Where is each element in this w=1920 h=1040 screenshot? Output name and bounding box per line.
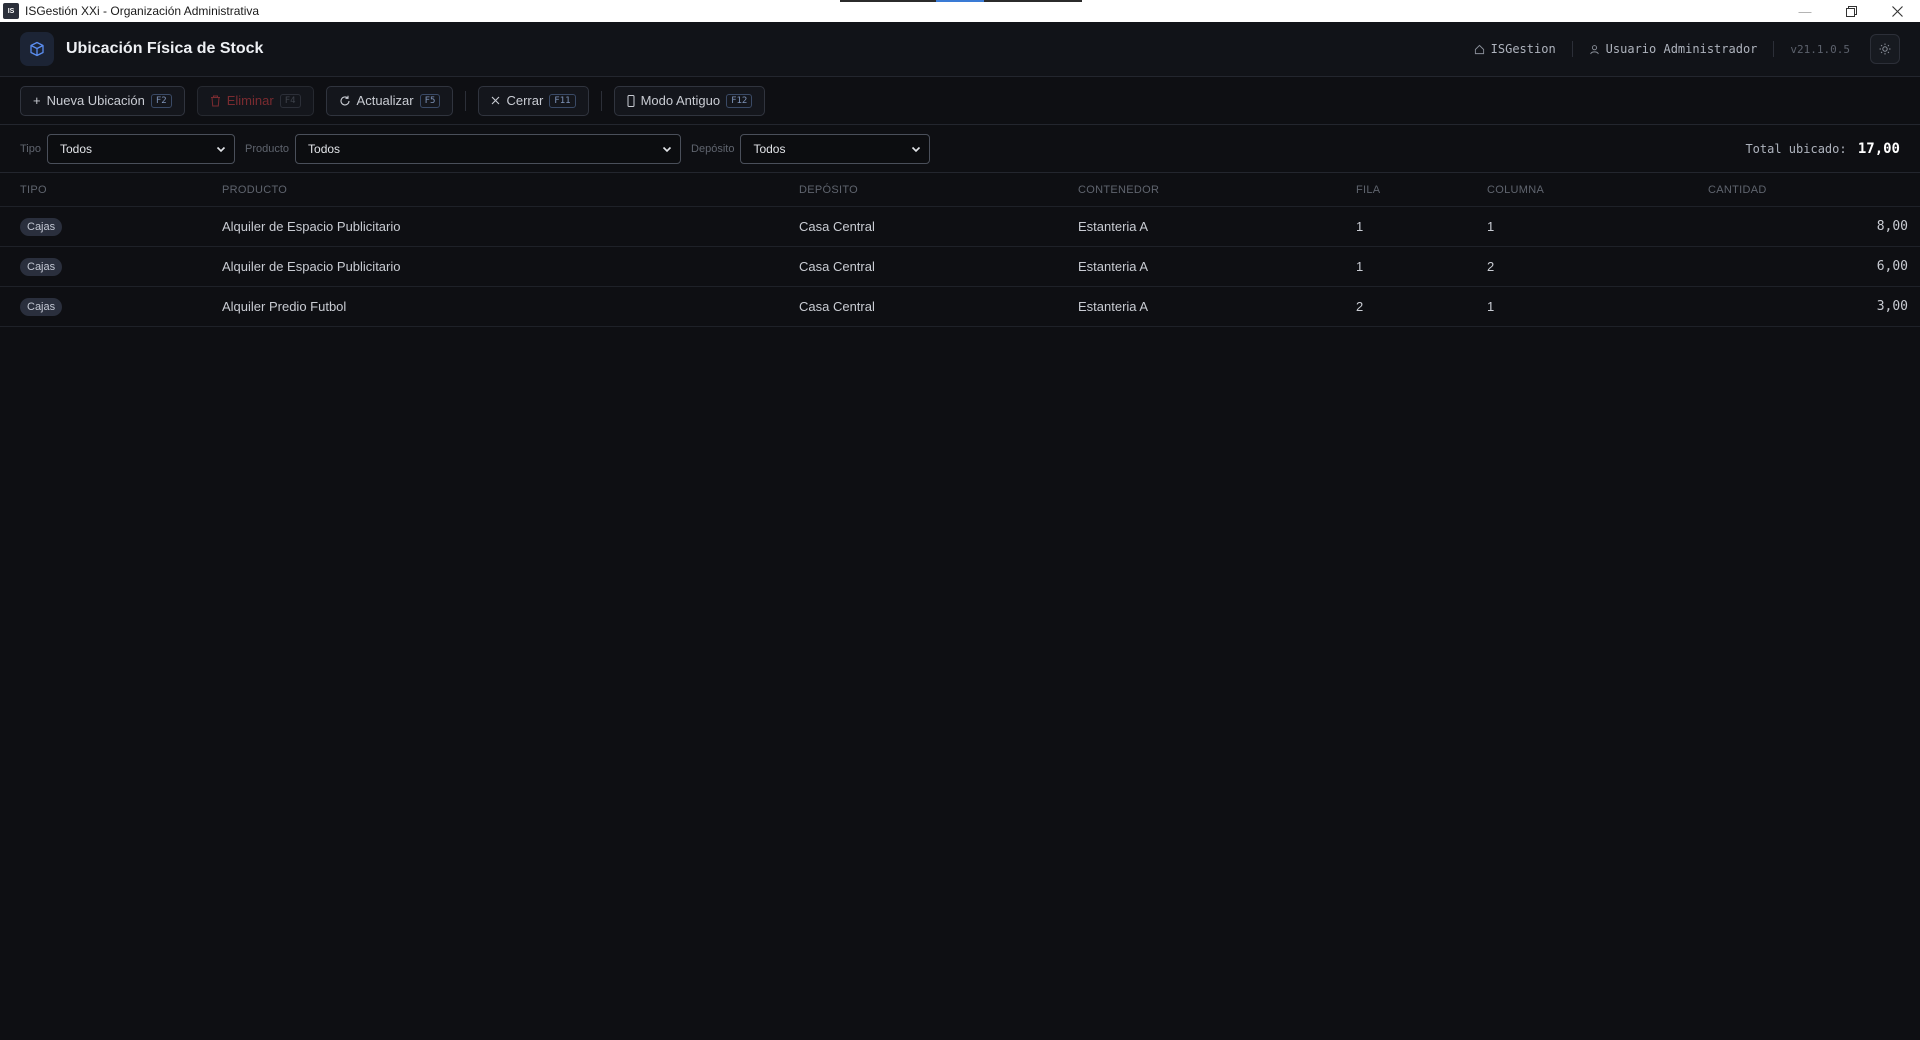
column-header-columna[interactable]: COLUMNA [1487, 184, 1708, 196]
cell-producto: Alquiler de Espacio Publicitario [222, 259, 401, 274]
trash-icon [210, 95, 220, 106]
cell-tipo: Cajas [20, 217, 222, 236]
cell-columna: 1 [1487, 219, 1495, 234]
shortcut-badge: F12 [726, 93, 753, 108]
close-label: Cerrar [506, 93, 544, 108]
device-icon [627, 94, 635, 107]
shortcut-badge: F11 [549, 93, 576, 108]
table-header: TIPO PRODUCTO DEPÓSITO CONTENEDOR FILA C… [0, 173, 1920, 207]
toolbar: + Nueva Ubicación F2 Eliminar F4 Actuali… [0, 77, 1920, 125]
total-value: 17,00 [1857, 140, 1900, 157]
cell-producto: Alquiler Predio Futbol [222, 299, 347, 314]
plus-icon: + [33, 93, 41, 108]
close-icon [492, 96, 500, 105]
cell-columna: 2 [1487, 259, 1495, 274]
deposito-filter-label: Depósito [691, 142, 735, 155]
delete-button[interactable]: Eliminar F4 [196, 85, 314, 116]
toolbar-divider [600, 90, 602, 111]
home-icon [1474, 44, 1484, 54]
legacy-mode-button[interactable]: Modo Antiguo F12 [613, 85, 766, 116]
version-label: v21.1.0.5 [1790, 42, 1850, 56]
cube-icon [20, 32, 54, 66]
tipo-filter-label: Tipo [20, 142, 41, 155]
deposito-filter-select[interactable]: Todos [740, 133, 931, 164]
company-name: ISGestion [1490, 42, 1556, 56]
cell-fila: 1 [1356, 259, 1364, 274]
type-badge: Cajas [20, 217, 63, 236]
shortcut-badge: F5 [419, 93, 441, 108]
restore-icon[interactable] [1828, 0, 1874, 22]
table-row[interactable]: Cajas Alquiler Predio Futbol Casa Centra… [0, 287, 1920, 327]
total-label: Total ubicado: [1745, 141, 1847, 156]
legacy-mode-label: Modo Antiguo [640, 93, 721, 108]
chevron-down-icon [216, 146, 226, 152]
column-header-cantidad[interactable]: CANTIDAD [1708, 184, 1908, 196]
toolbar-divider [465, 90, 467, 111]
refresh-button[interactable]: Actualizar F5 [325, 85, 454, 116]
column-header-deposito[interactable]: DEPÓSITO [799, 184, 1078, 196]
user-icon [1589, 44, 1599, 54]
stock-location-table: TIPO PRODUCTO DEPÓSITO CONTENEDOR FILA C… [0, 173, 1920, 327]
app-icon: IS [3, 3, 19, 19]
cell-tipo: Cajas [20, 257, 222, 276]
type-badge: Cajas [20, 257, 63, 276]
table-row[interactable]: Cajas Alquiler de Espacio Publicitario C… [0, 247, 1920, 287]
tipo-filter-select[interactable]: Todos [47, 133, 235, 164]
chevron-down-icon [912, 146, 921, 152]
deposito-filter-value: Todos [753, 141, 786, 156]
producto-filter-label: Producto [245, 142, 290, 155]
cell-fila: 1 [1356, 219, 1364, 234]
producto-filter-value: Todos [308, 141, 341, 156]
table-row[interactable]: Cajas Alquiler de Espacio Publicitario C… [0, 207, 1920, 247]
column-header-tipo[interactable]: TIPO [20, 184, 222, 196]
window-controls: — [1782, 0, 1920, 22]
cell-deposito: Casa Central [799, 219, 875, 234]
close-button[interactable]: Cerrar F11 [478, 85, 589, 116]
shortcut-badge: F2 [150, 93, 172, 108]
sun-icon [1879, 43, 1891, 55]
window-titlebar: IS ISGestión XXi - Organización Administ… [0, 0, 1920, 22]
column-header-fila[interactable]: FILA [1356, 184, 1487, 196]
tipo-filter-value: Todos [60, 141, 93, 156]
close-window-icon[interactable] [1874, 0, 1920, 22]
producto-filter-select[interactable]: Todos [295, 133, 682, 164]
app-header: Ubicación Física de Stock ISGestion Usua… [0, 22, 1920, 77]
filter-bar: Tipo Todos Producto Todos Depósito Todos… [0, 125, 1920, 173]
type-badge: Cajas [20, 297, 63, 316]
titlebar-indicator [840, 0, 1082, 2]
refresh-label: Actualizar [356, 93, 414, 108]
shortcut-badge: F4 [279, 93, 301, 108]
cell-cantidad: 3,00 [1876, 299, 1908, 314]
cell-contenedor: Estanteria A [1078, 219, 1149, 234]
cell-contenedor: Estanteria A [1078, 259, 1149, 274]
column-header-producto[interactable]: PRODUCTO [222, 184, 799, 196]
column-header-contenedor[interactable]: CONTENEDOR [1078, 184, 1356, 196]
page-title: Ubicación Física de Stock [66, 40, 264, 57]
total-indicator: Total ubicado: 17,00 [1745, 141, 1900, 157]
cell-deposito: Casa Central [799, 299, 875, 314]
cell-producto: Alquiler de Espacio Publicitario [222, 219, 401, 234]
cell-fila: 2 [1356, 299, 1364, 314]
user-indicator: Usuario Administrador [1573, 39, 1774, 59]
chevron-down-icon [662, 146, 672, 152]
window-title: ISGestión XXi - Organización Administrat… [25, 4, 260, 18]
refresh-icon [340, 95, 350, 105]
theme-toggle-button[interactable] [1870, 34, 1900, 64]
cell-cantidad: 8,00 [1876, 219, 1908, 234]
user-name: Usuario Administrador [1605, 42, 1758, 56]
cell-tipo: Cajas [20, 297, 222, 316]
delete-label: Eliminar [226, 93, 274, 108]
cell-cantidad: 6,00 [1876, 259, 1908, 274]
cell-contenedor: Estanteria A [1078, 299, 1149, 314]
cell-columna: 1 [1487, 299, 1495, 314]
new-location-button[interactable]: + Nueva Ubicación F2 [20, 85, 185, 116]
new-location-label: Nueva Ubicación [46, 93, 145, 108]
company-indicator: ISGestion [1458, 39, 1572, 59]
minimize-icon[interactable]: — [1782, 0, 1828, 22]
cell-deposito: Casa Central [799, 259, 875, 274]
